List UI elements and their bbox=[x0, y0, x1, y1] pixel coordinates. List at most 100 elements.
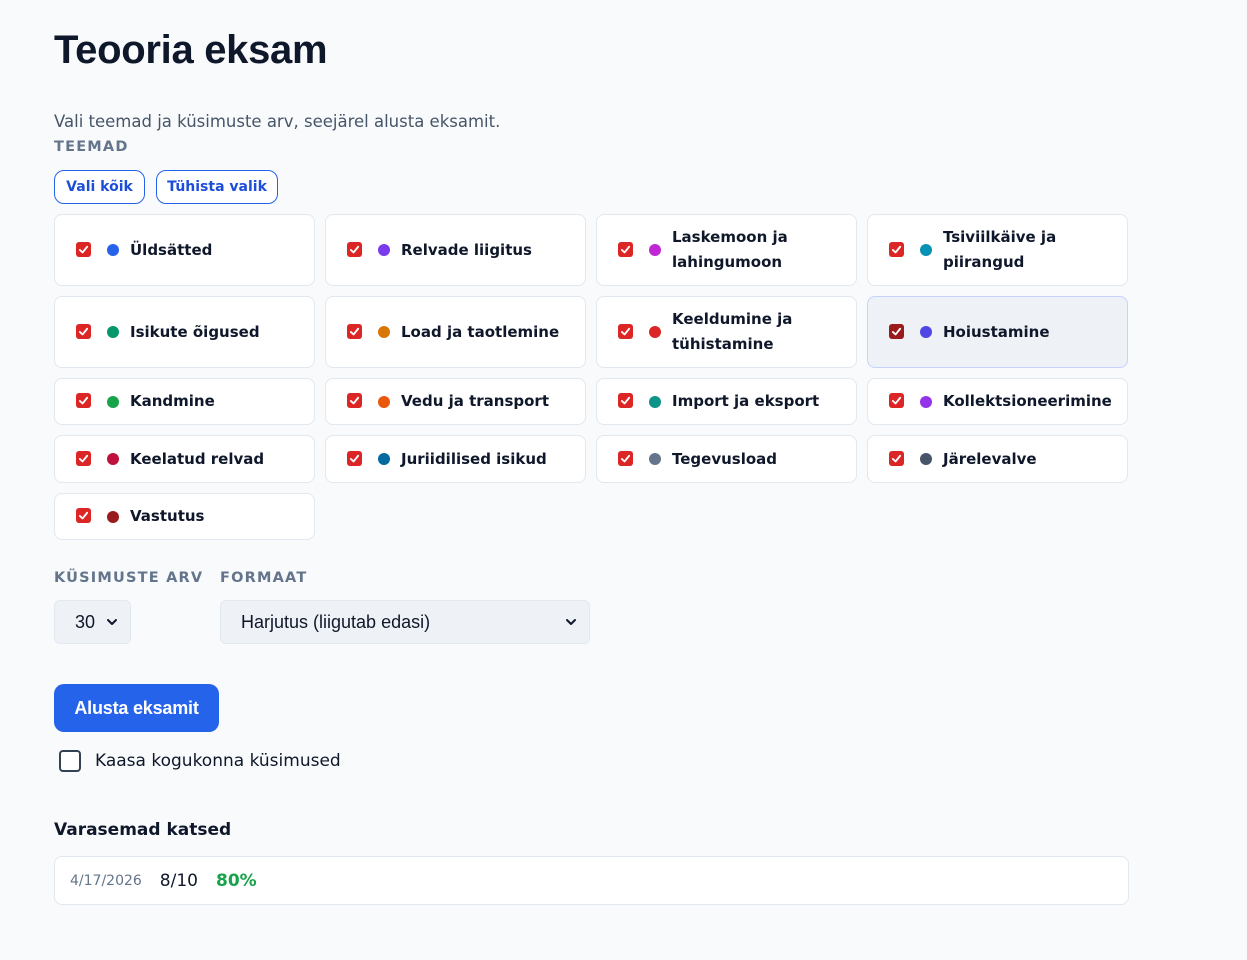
topic-color-dot bbox=[920, 395, 932, 408]
topic-card[interactable]: Keeldumine ja tühistamine bbox=[596, 296, 857, 368]
topic-label: Vedu ja transport bbox=[401, 392, 549, 410]
topic-card[interactable]: Import ja eksport bbox=[596, 378, 857, 425]
check-icon bbox=[78, 454, 89, 462]
format-select[interactable]: Harjutus (liigutab edasi) bbox=[220, 600, 590, 644]
topic-label: Keelatud relvad bbox=[130, 449, 265, 468]
page-subtitle: Vali teemad ja küsimuste arv, seejärel a… bbox=[54, 112, 501, 131]
topic-color-dot bbox=[378, 326, 390, 338]
topic-checkbox[interactable] bbox=[618, 393, 633, 408]
topic-color-dot bbox=[107, 510, 119, 523]
topic-checkbox[interactable] bbox=[76, 450, 91, 466]
topic-card[interactable]: Relvade liigitus bbox=[325, 214, 586, 286]
topic-color-dot bbox=[378, 395, 390, 408]
topic-color-dot bbox=[649, 453, 661, 465]
topic-label: Hoiustamine bbox=[943, 322, 1050, 341]
check-icon bbox=[78, 396, 89, 405]
topic-card[interactable]: Laskemoon ja lahingumoon bbox=[596, 214, 857, 286]
topic-label: Järelevalve bbox=[943, 449, 1037, 468]
topic-card[interactable]: Isikute õigused bbox=[54, 296, 315, 368]
topic-checkbox[interactable] bbox=[618, 323, 633, 339]
community-questions-checkbox[interactable] bbox=[59, 750, 81, 772]
check-icon bbox=[349, 454, 360, 462]
topic-card[interactable]: Juriidilised isikud bbox=[325, 435, 586, 483]
topic-label: Kandmine bbox=[130, 392, 215, 410]
check-icon bbox=[349, 327, 360, 335]
community-questions-label: Kaasa kogukonna küsimused bbox=[95, 751, 341, 771]
check-icon bbox=[620, 396, 631, 405]
topic-color-dot bbox=[649, 326, 661, 338]
attempt-score: 8/10 bbox=[159, 870, 198, 891]
attempt-date: 4/17/2026 bbox=[70, 872, 142, 889]
topic-checkbox[interactable] bbox=[76, 393, 91, 408]
check-icon bbox=[891, 245, 902, 253]
topic-card[interactable]: Tsiviilkäive ja piirangud bbox=[867, 214, 1128, 286]
check-icon bbox=[620, 327, 631, 335]
format-label: FORMAAT bbox=[220, 570, 308, 586]
topic-label: Laskemoon ja lahingumoon bbox=[672, 228, 788, 271]
history-title: Varasemad katsed bbox=[54, 820, 232, 840]
topic-card[interactable]: Järelevalve bbox=[867, 435, 1128, 483]
topic-checkbox[interactable] bbox=[347, 241, 362, 257]
attempt-row[interactable]: 4/17/2026 8/10 80% bbox=[54, 856, 1129, 905]
topic-color-dot bbox=[920, 453, 932, 465]
topic-card[interactable]: Vastutus bbox=[54, 493, 315, 540]
topic-label: Üldsätted bbox=[130, 240, 213, 259]
topic-color-dot bbox=[378, 453, 390, 465]
start-exam-button[interactable]: Alusta eksamit bbox=[54, 684, 219, 732]
topic-label: Import ja eksport bbox=[672, 392, 820, 410]
check-icon bbox=[620, 245, 631, 253]
topic-card[interactable]: Load ja taotlemine bbox=[325, 296, 586, 368]
check-icon bbox=[78, 327, 89, 335]
topic-color-dot bbox=[107, 326, 119, 338]
topic-color-dot bbox=[107, 244, 119, 256]
topic-label: Kollektsioneerimine bbox=[943, 392, 1112, 410]
topic-color-dot bbox=[920, 244, 932, 256]
topic-color-dot bbox=[107, 453, 119, 465]
topic-label: Keeldumine ja tühistamine bbox=[672, 310, 793, 353]
topic-label: Juriidilised isikud bbox=[401, 449, 547, 468]
topic-checkbox[interactable] bbox=[76, 323, 91, 339]
topic-checkbox[interactable] bbox=[76, 241, 91, 257]
select-all-button[interactable]: Vali kõik bbox=[54, 170, 145, 204]
check-icon bbox=[891, 327, 902, 335]
attempt-percent: 80% bbox=[215, 870, 257, 891]
check-icon bbox=[78, 245, 89, 253]
topic-label: Load ja taotlemine bbox=[401, 322, 560, 341]
topic-checkbox[interactable] bbox=[889, 393, 904, 408]
topic-label: Tegevusload bbox=[672, 449, 778, 468]
topic-card[interactable]: Keelatud relvad bbox=[54, 435, 315, 483]
page-title: Teooria eksam bbox=[54, 28, 328, 72]
topic-label: Relvade liigitus bbox=[401, 240, 532, 259]
topic-card[interactable]: Hoiustamine bbox=[867, 296, 1128, 368]
community-questions-toggle[interactable]: Kaasa kogukonna küsimused bbox=[59, 750, 341, 772]
topic-card[interactable]: Kandmine bbox=[54, 378, 315, 425]
topic-card[interactable]: Vedu ja transport bbox=[325, 378, 586, 425]
topic-checkbox[interactable] bbox=[889, 323, 904, 339]
chevron-down-icon bbox=[566, 619, 576, 625]
topic-label: Isikute õigused bbox=[130, 322, 260, 341]
topic-color-dot bbox=[649, 244, 661, 256]
question-count-label: KÜSIMUSTE ARV bbox=[54, 570, 204, 586]
topic-card[interactable]: Tegevusload bbox=[596, 435, 857, 483]
topics-label: TEEMAD bbox=[54, 139, 129, 155]
topic-checkbox[interactable] bbox=[347, 450, 362, 466]
topic-checkbox[interactable] bbox=[618, 450, 633, 466]
topic-checkbox[interactable] bbox=[618, 241, 633, 257]
topic-card[interactable]: Üldsätted bbox=[54, 214, 315, 286]
topic-color-dot bbox=[649, 395, 661, 408]
topic-checkbox[interactable] bbox=[76, 508, 91, 523]
check-icon bbox=[349, 396, 360, 405]
question-count-select[interactable]: 30 bbox=[54, 600, 131, 644]
topic-card[interactable]: Kollektsioneerimine bbox=[867, 378, 1128, 425]
clear-selection-button[interactable]: Tühista valik bbox=[156, 170, 278, 204]
topic-checkbox[interactable] bbox=[889, 450, 904, 466]
topic-checkbox[interactable] bbox=[889, 241, 904, 257]
check-icon bbox=[620, 454, 631, 462]
check-icon bbox=[891, 396, 902, 405]
check-icon bbox=[891, 454, 902, 462]
check-icon bbox=[78, 511, 89, 520]
topic-label: Vastutus bbox=[130, 507, 205, 525]
topic-checkbox[interactable] bbox=[347, 393, 362, 408]
topic-checkbox[interactable] bbox=[347, 323, 362, 339]
format-value: Harjutus (liigutab edasi) bbox=[241, 611, 431, 632]
